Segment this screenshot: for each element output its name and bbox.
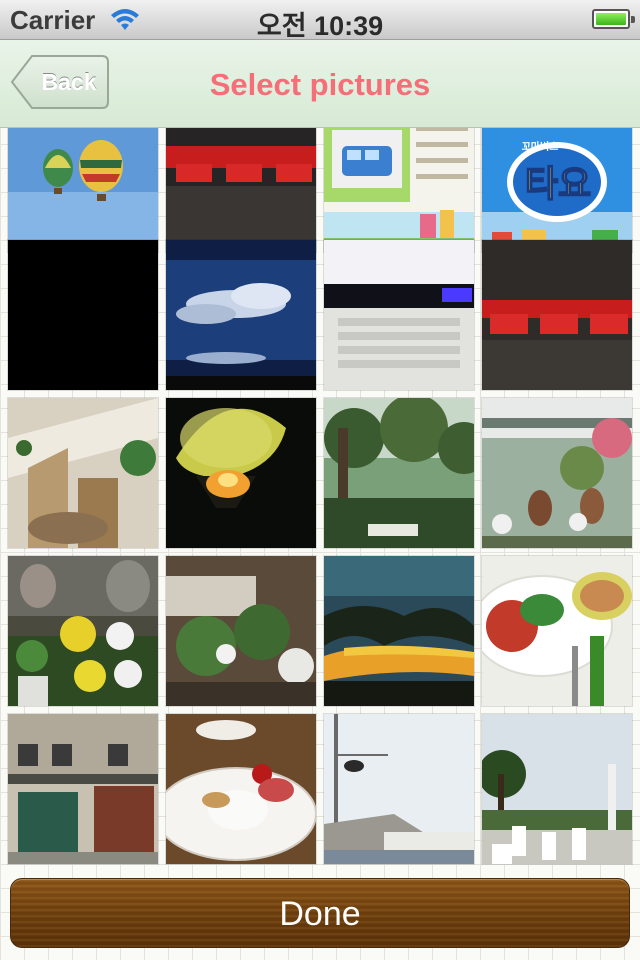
photo-thumbnail[interactable] bbox=[324, 128, 474, 252]
photo-thumbnail[interactable] bbox=[166, 240, 316, 390]
svg-text:꼬마버스: 꼬마버스 bbox=[522, 140, 559, 153]
photo-thumbnail[interactable] bbox=[324, 556, 474, 706]
photo-thumbnail[interactable] bbox=[8, 556, 158, 706]
back-button-label: Back bbox=[41, 69, 97, 95]
photo-thumbnail[interactable] bbox=[482, 556, 632, 706]
photo-thumbnail[interactable] bbox=[324, 714, 474, 864]
battery-icon bbox=[592, 9, 635, 29]
status-time: 오전 10:39 bbox=[256, 11, 384, 41]
done-button-label: Done bbox=[279, 895, 361, 933]
photo-thumbnail[interactable] bbox=[166, 556, 316, 706]
photo-thumbnail[interactable] bbox=[8, 398, 158, 548]
photo-thumbnail[interactable] bbox=[482, 398, 632, 548]
photo-thumbnail[interactable] bbox=[8, 714, 158, 864]
photo-thumbnail[interactable] bbox=[8, 240, 158, 390]
back-button[interactable]: Back bbox=[10, 54, 110, 110]
photo-thumbnail[interactable]: 타요 꼬마버스 bbox=[482, 128, 632, 252]
photo-grid: 타요 꼬마버스 bbox=[0, 128, 640, 866]
photo-thumbnail[interactable] bbox=[166, 714, 316, 864]
status-bar: Carrier 오전 10:39 bbox=[0, 0, 640, 41]
navigation-bar: Back Select pictures bbox=[0, 40, 640, 128]
page-title: Select pictures bbox=[209, 67, 431, 102]
photo-thumbnail[interactable] bbox=[482, 240, 632, 390]
photo-thumbnail[interactable] bbox=[166, 398, 316, 548]
photo-thumbnail[interactable] bbox=[166, 128, 316, 252]
photo-thumbnail[interactable] bbox=[324, 398, 474, 548]
svg-text:타요: 타요 bbox=[525, 164, 591, 205]
photo-thumbnail[interactable] bbox=[8, 128, 158, 252]
photo-thumbnail[interactable] bbox=[324, 240, 474, 390]
done-button[interactable]: Done bbox=[10, 878, 630, 948]
photo-thumbnail[interactable] bbox=[482, 714, 632, 864]
